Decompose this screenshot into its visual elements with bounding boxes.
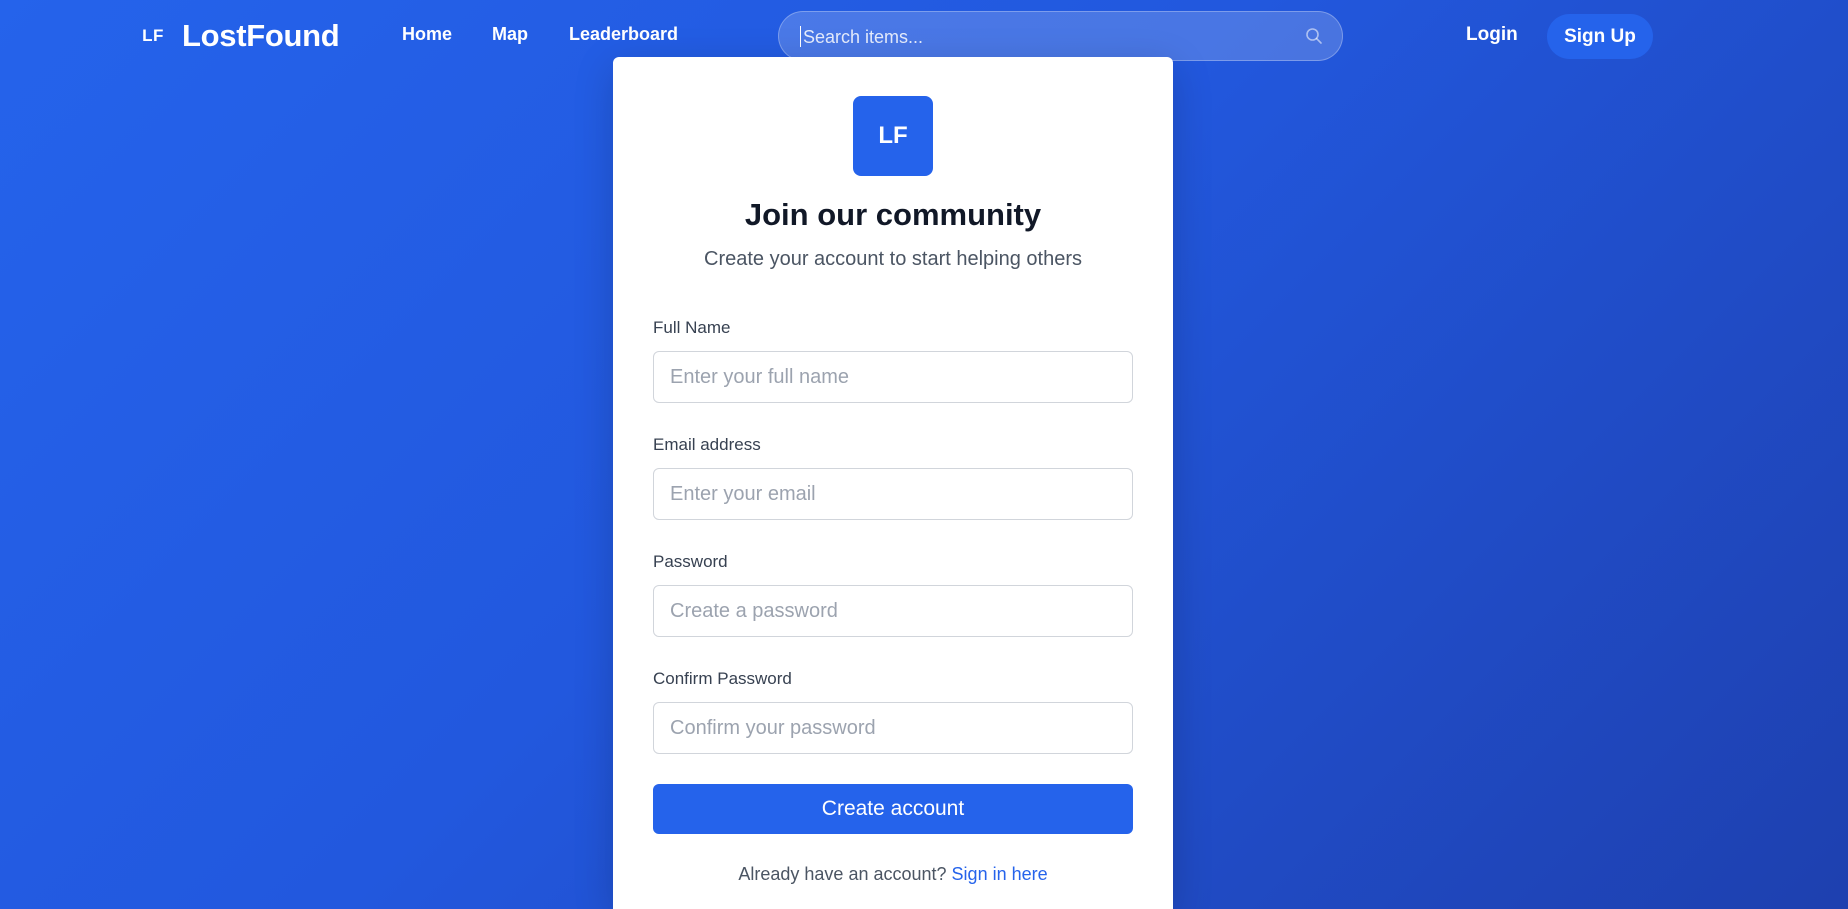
- form-title: Join our community: [744, 197, 1042, 232]
- search-input[interactable]: [801, 12, 1285, 62]
- confirm-password-input[interactable]: [653, 702, 1133, 754]
- text-cursor: [800, 26, 801, 47]
- brand[interactable]: LF LostFound: [132, 14, 340, 58]
- brand-name[interactable]: LostFound: [182, 18, 340, 54]
- full-name-label: Full Name: [653, 318, 731, 337]
- form-subtitle: Create your account to start helping oth…: [704, 248, 1082, 270]
- login-link[interactable]: Login: [1466, 24, 1518, 46]
- full-name-input[interactable]: [653, 351, 1133, 403]
- card-logo: LF: [853, 96, 933, 176]
- signup-card: LF Join our community Create your accoun…: [613, 57, 1173, 909]
- password-label: Password: [653, 552, 728, 571]
- search-bar[interactable]: [778, 11, 1343, 62]
- brand-logo[interactable]: LF: [132, 15, 174, 57]
- search-icon[interactable]: [1304, 26, 1324, 46]
- signin-link[interactable]: Sign in here: [952, 864, 1048, 884]
- password-input[interactable]: [653, 585, 1133, 637]
- signin-prompt: Already have an account? Sign in here: [613, 864, 1173, 885]
- confirm-password-label: Confirm Password: [653, 669, 792, 688]
- nav-link-map[interactable]: Map: [492, 24, 528, 45]
- nav-link-leaderboard[interactable]: Leaderboard: [569, 24, 678, 45]
- signup-button[interactable]: Sign Up: [1547, 14, 1653, 59]
- email-input[interactable]: [653, 468, 1133, 520]
- signin-prompt-text: Already have an account?: [738, 864, 947, 884]
- nav-link-home[interactable]: Home: [402, 24, 452, 45]
- email-label: Email address: [653, 435, 761, 454]
- create-account-button[interactable]: Create account: [653, 784, 1133, 834]
